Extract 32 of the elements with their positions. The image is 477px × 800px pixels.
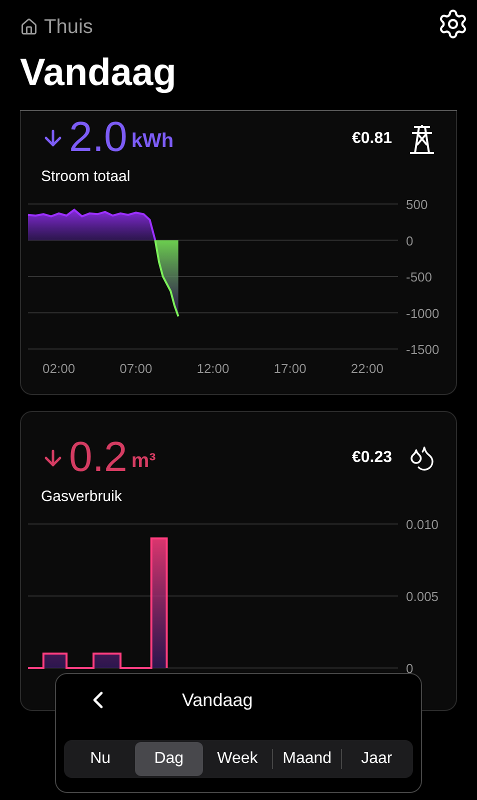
home-icon bbox=[20, 18, 38, 36]
reading-unit: kWh bbox=[131, 128, 174, 154]
card-label: Gasverbruik bbox=[41, 486, 123, 507]
period-tab[interactable]: Jaar bbox=[342, 742, 411, 776]
cost-amount: €0.23 bbox=[352, 448, 392, 468]
axis-label: 500 bbox=[406, 197, 428, 212]
card-label: Stroom totaal bbox=[41, 166, 132, 186]
axis-label: 22:00 bbox=[350, 361, 384, 376]
period-tab[interactable]: Nu bbox=[66, 742, 135, 776]
axis-label: -500 bbox=[406, 270, 432, 284]
reading-value: 2.0 bbox=[69, 116, 128, 158]
reading-value: 0.2 bbox=[69, 436, 128, 478]
period-tab[interactable]: Maand bbox=[272, 742, 342, 776]
axis-label: 17:00 bbox=[274, 361, 306, 376]
back-link[interactable]: Thuis bbox=[20, 12, 93, 42]
axis-label: 07:00 bbox=[120, 361, 152, 376]
axis-label: 0 bbox=[406, 233, 414, 248]
axis-label: 0 bbox=[406, 661, 414, 676]
period-tab[interactable]: Week bbox=[203, 742, 272, 776]
axis-label: -1000 bbox=[406, 306, 440, 321]
axis-label: 12:00 bbox=[196, 361, 230, 376]
period-tab[interactable]: Dag bbox=[134, 742, 204, 776]
axis-label: 02:00 bbox=[42, 361, 76, 376]
axis-label: 0.005 bbox=[406, 589, 439, 604]
axis-label: -1500 bbox=[406, 342, 440, 357]
axis-label: 0.010 bbox=[406, 517, 439, 532]
panel-title: Vandaag bbox=[182, 688, 253, 712]
power-pylon-icon bbox=[408, 124, 436, 154]
page-title: Vandaag bbox=[19, 51, 178, 96]
cost-amount: €0.81 bbox=[352, 128, 392, 148]
reading-unit: m³ bbox=[131, 448, 156, 474]
settings-icon[interactable] bbox=[437, 8, 469, 40]
